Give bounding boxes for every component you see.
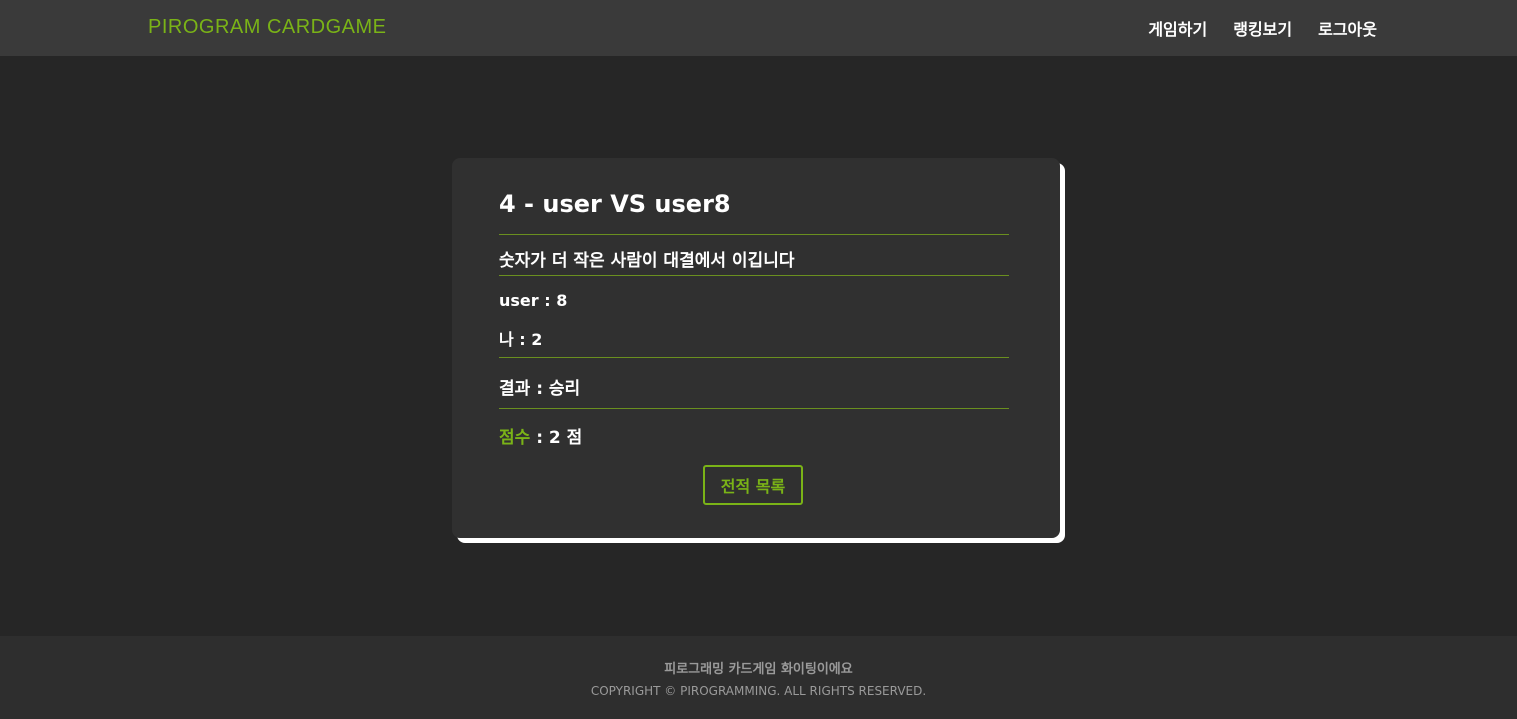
nav-link-play-game[interactable]: 게임하기 — [1148, 16, 1207, 40]
divider — [499, 408, 1009, 409]
nav-links: 게임하기 랭킹보기 로그아웃 — [1148, 16, 1377, 40]
footer-copyright: COPYRIGHT © PIROGRAMMING. ALL RIGHTS RES… — [590, 684, 927, 698]
footer-message: 피로그래밍 카드게임 화이팅이에요 — [664, 662, 853, 677]
record-list-button[interactable]: 전적 목록 — [703, 465, 803, 505]
points-value: : 2 점 — [530, 428, 583, 448]
divider — [499, 275, 1009, 276]
divider — [499, 357, 1009, 358]
points-label: 점수 — [499, 428, 531, 448]
my-card-value: 나 : 2 — [499, 330, 543, 349]
page: PIROGRAM CARDGAME 게임하기 랭킹보기 로그아웃 4 - use… — [0, 0, 1517, 719]
nav-link-ranking[interactable]: 랭킹보기 — [1233, 16, 1292, 40]
brand-logo-link[interactable]: PIROGRAM CARDGAME — [148, 16, 387, 39]
divider — [499, 234, 1009, 235]
nav-link-logout[interactable]: 로그아웃 — [1318, 16, 1377, 40]
match-points: 점수 : 2 점 — [499, 423, 582, 448]
footer: 피로그래밍 카드게임 화이팅이에요 COPYRIGHT © PIROGRAMMI… — [0, 636, 1517, 719]
opponent-card-value: user : 8 — [499, 291, 568, 310]
match-result: 결과 : 승리 — [499, 379, 581, 399]
game-result-card: 4 - user VS user8 숫자가 더 작은 사람이 대결에서 이깁니다… — [452, 158, 1060, 538]
game-rule-text: 숫자가 더 작은 사람이 대결에서 이깁니다 — [499, 251, 795, 271]
top-navbar: PIROGRAM CARDGAME 게임하기 랭킹보기 로그아웃 — [0, 0, 1517, 56]
match-title: 4 - user VS user8 — [499, 190, 731, 218]
